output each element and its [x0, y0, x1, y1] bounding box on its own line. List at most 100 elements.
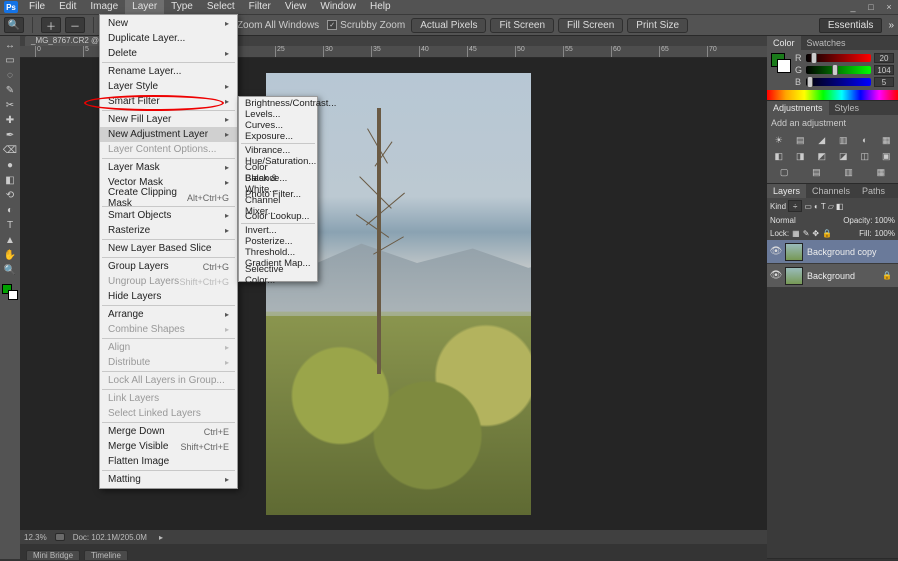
fill-screen-button[interactable]: Fill Screen — [558, 18, 623, 33]
opacity-input[interactable]: 100% — [875, 216, 895, 225]
lock-pixels-icon[interactable]: ✎ — [803, 229, 810, 238]
current-tool-icon[interactable]: 🔍 — [4, 17, 24, 33]
menu-item-new-adjustment-layer[interactable]: New Adjustment Layer▸ — [100, 127, 237, 142]
menu-view[interactable]: View — [278, 0, 314, 14]
submenu-item-channel-mixer[interactable]: Channel Mixer... — [239, 200, 317, 211]
adjustment-icon[interactable]: ▦ — [879, 134, 893, 146]
menu-item-new-layer-based-slice[interactable]: New Layer Based Slice — [100, 241, 237, 256]
actual-pixels-button[interactable]: Actual Pixels — [411, 18, 486, 33]
filter-type-icon[interactable]: T — [821, 202, 826, 211]
minimize-button[interactable]: _ — [844, 0, 862, 14]
mini-bridge-tab[interactable]: Mini Bridge — [26, 550, 80, 560]
lock-transparency-icon[interactable]: ▦ — [792, 229, 800, 238]
menu-edit[interactable]: Edit — [52, 0, 83, 14]
tool-12[interactable]: T — [2, 218, 18, 233]
lock-all-icon[interactable]: 🔒 — [822, 229, 832, 238]
paths-tab[interactable]: Paths — [856, 184, 891, 198]
tool-7[interactable]: ⌫ — [2, 143, 18, 158]
filter-shape-icon[interactable]: ▱ — [828, 202, 834, 211]
g-slider[interactable]: G104 — [795, 65, 894, 75]
filter-smart-icon[interactable]: ◧ — [836, 202, 844, 211]
adjustment-icon[interactable]: ▣ — [879, 150, 893, 162]
blend-mode-select[interactable]: Normal — [770, 216, 841, 225]
visibility-icon[interactable]: 👁 — [767, 270, 785, 281]
doc-info[interactable]: Doc: 102.1M/205.0M — [73, 533, 147, 542]
tool-15[interactable]: 🔍 — [2, 263, 18, 278]
r-slider[interactable]: R20 — [795, 53, 894, 63]
workspace-selector[interactable]: Essentials — [819, 18, 883, 33]
tool-1[interactable]: ▭ — [2, 53, 18, 68]
menu-item-new-fill-layer[interactable]: New Fill Layer▸ — [100, 112, 237, 127]
menu-item-group-layers[interactable]: Group LayersCtrl+G — [100, 259, 237, 274]
adjustment-icon[interactable]: ◩ — [815, 150, 829, 162]
menu-item-layer-mask[interactable]: Layer Mask▸ — [100, 160, 237, 175]
adjustment-icon[interactable]: ▦ — [874, 166, 888, 178]
tool-4[interactable]: ✂ — [2, 98, 18, 113]
swatches-tab[interactable]: Swatches — [801, 36, 852, 50]
maximize-button[interactable]: □ — [862, 0, 880, 14]
menu-type[interactable]: Type — [164, 0, 200, 14]
layer-name[interactable]: Background — [803, 271, 855, 281]
zoom-in-icon[interactable]: ＋ — [41, 17, 61, 33]
styles-tab[interactable]: Styles — [829, 101, 866, 115]
layer-thumbnail[interactable] — [785, 243, 803, 261]
layers-tab[interactable]: Layers — [767, 184, 806, 198]
adjustments-tab[interactable]: Adjustments — [767, 101, 829, 115]
adjustment-icon[interactable]: ◢ — [815, 134, 829, 146]
menu-item-rename-layer[interactable]: Rename Layer... — [100, 64, 237, 79]
adjustment-icon[interactable]: ◨ — [793, 150, 807, 162]
filter-adjust-icon[interactable]: ◐ — [814, 202, 819, 211]
kind-filter[interactable]: ÷ — [788, 200, 802, 212]
submenu-item-posterize[interactable]: Posterize... — [239, 236, 317, 247]
tool-11[interactable]: ◐ — [2, 203, 18, 218]
color-swatches[interactable] — [2, 284, 18, 300]
b-slider[interactable]: B5 — [795, 77, 894, 87]
layer-thumbnail[interactable] — [785, 267, 803, 285]
submenu-item-brightness-contrast[interactable]: Brightness/Contrast... — [239, 98, 317, 109]
zoom-slider[interactable] — [55, 533, 65, 541]
menu-item-merge-visible[interactable]: Merge VisibleShift+Ctrl+E — [100, 439, 237, 454]
lock-position-icon[interactable]: ✥ — [812, 229, 819, 238]
layer-row[interactable]: 👁Background🔒 — [767, 264, 898, 288]
submenu-item-vibrance[interactable]: Vibrance... — [239, 145, 317, 156]
menu-window[interactable]: Window — [313, 0, 363, 14]
doc-info-arrow-icon[interactable]: ▸ — [159, 533, 163, 542]
menu-item-smart-filter[interactable]: Smart Filter▸ — [100, 94, 237, 109]
menu-layer[interactable]: Layer — [125, 0, 164, 14]
submenu-item-exposure[interactable]: Exposure... — [239, 131, 317, 142]
adjustment-icon[interactable]: ▤ — [809, 166, 823, 178]
menu-item-duplicate-layer[interactable]: Duplicate Layer... — [100, 31, 237, 46]
tool-9[interactable]: ◧ — [2, 173, 18, 188]
submenu-item-threshold[interactable]: Threshold... — [239, 247, 317, 258]
adjustment-icon[interactable]: ◪ — [836, 150, 850, 162]
menu-item-new[interactable]: New▸ — [100, 16, 237, 31]
menu-file[interactable]: File — [22, 0, 52, 14]
close-button[interactable]: × — [880, 0, 898, 14]
submenu-item-color-lookup[interactable]: Color Lookup... — [239, 211, 317, 222]
zoom-out-icon[interactable]: － — [65, 17, 85, 33]
tool-10[interactable]: ⟲ — [2, 188, 18, 203]
menu-item-smart-objects[interactable]: Smart Objects▸ — [100, 208, 237, 223]
adjustment-icon[interactable]: ◐ — [858, 134, 872, 146]
submenu-item-curves[interactable]: Curves... — [239, 120, 317, 131]
hue-strip[interactable] — [767, 90, 898, 100]
adjustment-icon[interactable]: ◫ — [858, 150, 872, 162]
tool-5[interactable]: ✚ — [2, 113, 18, 128]
print-size-button[interactable]: Print Size — [627, 18, 688, 33]
submenu-item-black-white[interactable]: Black & White... — [239, 178, 317, 189]
adjustment-icon[interactable]: ◧ — [772, 150, 786, 162]
scrubby-zoom-check[interactable]: ✓Scrubby Zoom — [325, 20, 407, 31]
menu-item-create-clipping-mask[interactable]: Create Clipping MaskAlt+Ctrl+G — [100, 190, 237, 205]
adjustment-icon[interactable]: ▥ — [842, 166, 856, 178]
menu-item-flatten-image[interactable]: Flatten Image — [100, 454, 237, 469]
tool-3[interactable]: ✎ — [2, 83, 18, 98]
menu-item-delete[interactable]: Delete▸ — [100, 46, 237, 61]
channels-tab[interactable]: Channels — [806, 184, 856, 198]
adjustment-icon[interactable]: ▥ — [836, 134, 850, 146]
menu-item-arrange[interactable]: Arrange▸ — [100, 307, 237, 322]
menu-help[interactable]: Help — [363, 0, 398, 14]
menu-select[interactable]: Select — [200, 0, 242, 14]
fit-screen-button[interactable]: Fit Screen — [490, 18, 554, 33]
tool-0[interactable]: ↔ — [2, 38, 18, 53]
submenu-item-selective-color[interactable]: Selective Color... — [239, 269, 317, 280]
